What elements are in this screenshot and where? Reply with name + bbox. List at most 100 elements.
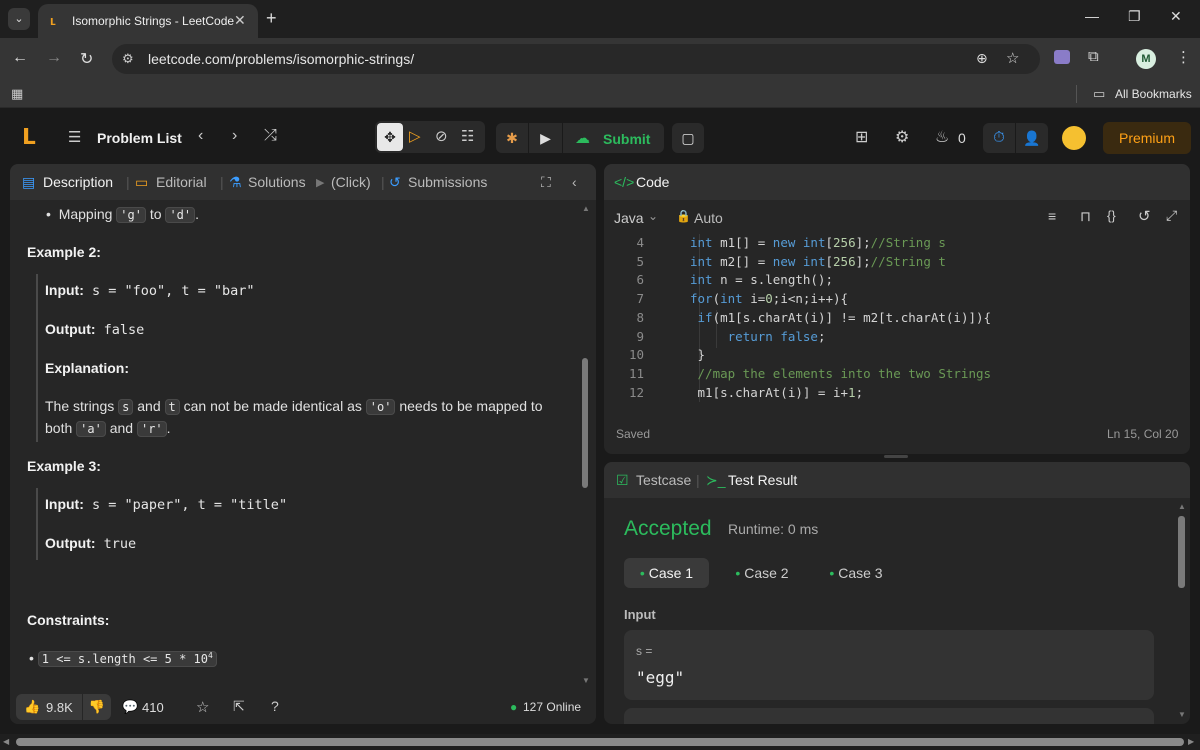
- apps-grid-icon[interactable]: ▦: [11, 86, 23, 102]
- tab-submissions[interactable]: Submissions: [408, 174, 487, 190]
- description-scrollbar-thumb[interactable]: [582, 358, 588, 488]
- scroll-right-icon[interactable]: ▶: [1188, 737, 1194, 746]
- submit-label: Submit: [603, 131, 651, 147]
- profile-avatar[interactable]: M: [1136, 49, 1156, 69]
- tab-search-icon[interactable]: ⌄: [8, 8, 30, 30]
- case-1-tab[interactable]: • Case 1: [624, 558, 709, 588]
- share-icon[interactable]: ⇱: [233, 698, 245, 715]
- like-button[interactable]: 👍 9.8K: [16, 694, 82, 720]
- tab-click[interactable]: (Click): [331, 174, 371, 190]
- tab-solutions[interactable]: Solutions: [248, 174, 306, 190]
- line-number: 11: [628, 365, 644, 381]
- help-icon[interactable]: ?: [271, 698, 279, 714]
- case-3-tab[interactable]: • Case 3: [816, 558, 896, 588]
- extension-icon[interactable]: [1054, 50, 1070, 64]
- line-code: int n = s.length();: [690, 272, 833, 288]
- url-text[interactable]: leetcode.com/problems/isomorphic-strings…: [148, 51, 414, 67]
- streak-fire-icon[interactable]: ♨: [935, 127, 949, 147]
- back-arrow-icon[interactable]: ←: [12, 49, 28, 67]
- browser-tab[interactable]: ʟ Isomorphic Strings - LeetCode ✕: [38, 4, 258, 38]
- braces-icon[interactable]: {}: [1107, 208, 1116, 223]
- maximize-panel-icon[interactable]: ⛶: [541, 174, 551, 191]
- chevron-down-icon[interactable]: ⌄: [648, 209, 658, 223]
- run-button[interactable]: ▶: [529, 123, 562, 153]
- format-lines-icon[interactable]: ≡: [1048, 208, 1056, 224]
- thumbs-up-icon: 👍: [24, 699, 41, 714]
- fullscreen-icon[interactable]: ⤢: [1166, 207, 1177, 224]
- code-tab[interactable]: Code: [636, 174, 669, 190]
- browser-menu-icon[interactable]: ⋮: [1176, 48, 1191, 66]
- description-tab-strip: ▤ Description | ▭ Editorial | ⚗ Solution…: [10, 164, 596, 200]
- tab-divider: |: [126, 174, 130, 190]
- tab-testcase[interactable]: Testcase: [636, 472, 691, 488]
- hide-eye-icon[interactable]: ⊘: [435, 127, 448, 145]
- forward-arrow-icon[interactable]: →: [46, 49, 62, 67]
- auto-mode-label[interactable]: Auto: [694, 210, 723, 226]
- tab-test-result[interactable]: Test Result: [728, 472, 797, 488]
- move-tool-icon[interactable]: ✥: [377, 123, 403, 151]
- sliders-icon[interactable]: ☷: [461, 127, 474, 145]
- click-arrow-icon: ▶: [316, 177, 325, 189]
- next-problem-icon[interactable]: ›: [232, 127, 237, 145]
- tab-divider: |: [220, 174, 224, 190]
- site-info-icon[interactable]: ⚙: [122, 51, 134, 67]
- collapse-panel-icon[interactable]: ‹: [572, 174, 577, 190]
- add-collaborator-button[interactable]: 👤: [1016, 123, 1048, 153]
- panel-resize-handle[interactable]: [884, 455, 908, 458]
- timer-button[interactable]: ⏱: [983, 123, 1015, 153]
- premium-button[interactable]: Premium: [1103, 122, 1191, 154]
- example-2-explanation-line-2: both 'a' and 'r'.: [45, 420, 171, 437]
- editorial-book-icon: ▭: [135, 174, 149, 190]
- case-2-tab[interactable]: • Case 2: [722, 558, 802, 588]
- prev-problem-icon[interactable]: ‹: [198, 127, 203, 145]
- reload-icon[interactable]: ↻: [80, 49, 93, 69]
- comments-icon[interactable]: 💬: [122, 699, 138, 715]
- scroll-up-icon[interactable]: ▲: [1178, 502, 1186, 511]
- submit-button[interactable]: ☁ Submit: [563, 123, 664, 153]
- tab-close-icon[interactable]: ✕: [234, 12, 246, 29]
- notes-button[interactable]: ▢: [672, 123, 704, 153]
- favorite-star-icon[interactable]: ☆: [196, 698, 209, 716]
- extensions-puzzle-icon[interactable]: ⧉: [1088, 48, 1099, 65]
- user-avatar[interactable]: [1062, 126, 1086, 150]
- reset-code-icon[interactable]: ↺: [1138, 207, 1151, 225]
- language-select[interactable]: Java: [614, 210, 644, 226]
- line-number: 10: [628, 347, 644, 363]
- mapping-bullet: • Mapping 'g' to 'd'.: [46, 206, 200, 223]
- close-window-icon[interactable]: ✕: [1170, 8, 1182, 25]
- dislike-button[interactable]: 👎: [83, 694, 111, 720]
- cursor-position: Ln 15, Col 20: [1107, 427, 1179, 441]
- pass-dot-icon: •: [735, 565, 741, 581]
- scroll-down-icon[interactable]: ▼: [1178, 710, 1186, 719]
- leetcode-logo-icon[interactable]: ᒪ: [22, 124, 36, 150]
- restore-icon[interactable]: ❐: [1128, 8, 1141, 25]
- bookmark-icon[interactable]: ⊓: [1080, 208, 1091, 225]
- bookmark-star-icon[interactable]: ☆: [1006, 49, 1019, 67]
- url-bar[interactable]: ⚙ leetcode.com/problems/isomorphic-strin…: [112, 44, 1040, 74]
- online-dot-icon: ●: [510, 700, 518, 714]
- zoom-icon[interactable]: ⊕: [976, 50, 988, 67]
- settings-gear-icon[interactable]: ⚙: [895, 127, 909, 147]
- all-bookmarks-link[interactable]: All Bookmarks: [1115, 87, 1192, 101]
- comment-count[interactable]: 410: [142, 700, 164, 715]
- problem-list-icon[interactable]: ☰: [68, 128, 81, 146]
- debug-button[interactable]: ✱: [496, 123, 528, 153]
- pass-dot-icon: •: [829, 565, 835, 581]
- random-problem-icon[interactable]: ⤮: [264, 127, 277, 145]
- terminal-icon: ≻_: [706, 472, 726, 488]
- horizontal-scroll-thumb[interactable]: [16, 738, 1184, 746]
- scroll-down-icon[interactable]: ▼: [582, 676, 590, 685]
- add-user-icon: 👤: [1023, 130, 1041, 146]
- problem-list-link[interactable]: Problem List: [97, 130, 182, 146]
- page-horizontal-scrollbar[interactable]: ◀ ▶: [0, 734, 1200, 750]
- scroll-up-icon[interactable]: ▲: [582, 204, 590, 213]
- play-outline-icon[interactable]: ▷: [409, 127, 421, 145]
- new-tab-button[interactable]: +: [266, 8, 277, 29]
- layout-grid-icon[interactable]: ⊞: [855, 127, 868, 147]
- minimize-icon[interactable]: —: [1085, 8, 1099, 24]
- scroll-left-icon[interactable]: ◀: [3, 737, 9, 746]
- tab-editorial[interactable]: Editorial: [156, 174, 207, 190]
- result-scrollbar-thumb[interactable]: [1178, 516, 1185, 588]
- tab-description[interactable]: Description: [43, 174, 113, 190]
- code-editor[interactable]: 4 int m1[] = new int[256];//String s 5 int …: [604, 234, 1190, 402]
